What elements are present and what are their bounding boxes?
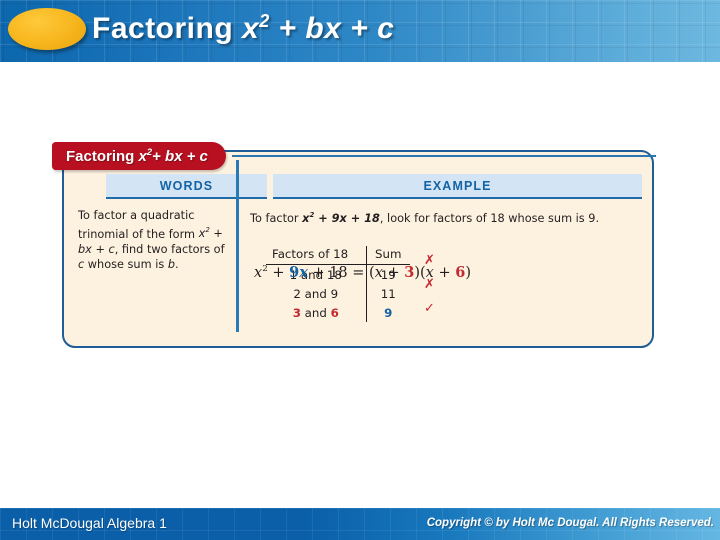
- example-intro-1: To factor: [250, 211, 303, 225]
- eq-x: x: [254, 265, 263, 281]
- words-line-2: , find two factors of: [114, 242, 225, 256]
- slide-title-bar: Factoring x2 + bx + c: [0, 0, 720, 62]
- sum-cell: 11: [365, 284, 410, 303]
- slide-content-area: Factoring x2+ bx + c WORDS EXAMPLE To fa…: [0, 62, 720, 502]
- sum-cell: 9: [365, 303, 410, 322]
- sum-value: 11: [380, 286, 396, 301]
- table-row: 2 and 9 11: [266, 284, 410, 303]
- check-icon: ✓: [424, 301, 435, 316]
- tab-rest: + bx + c: [152, 148, 208, 165]
- factors-table: Factors of 18 Sum 1 and 18 19 2 and 9 11…: [266, 246, 410, 322]
- eq-bx-variable: x: [299, 264, 308, 281]
- column-header-words: WORDS: [106, 174, 267, 199]
- example-intro-text: To factor x2 + 9x + 18, look for factors…: [250, 208, 642, 226]
- factor-b: 6: [330, 305, 339, 320]
- factor-a: 2: [293, 286, 301, 301]
- example-expr-rest: + 9x + 18: [314, 211, 380, 225]
- footer-book-title: Holt McDougal Algebra 1: [12, 515, 167, 531]
- words-line-3: whose sum is: [84, 258, 168, 272]
- eq-plus-2: + 18 = (: [307, 265, 375, 281]
- tab-horizontal-rule: [232, 155, 656, 157]
- tab-expression: x2+ bx + c: [138, 147, 208, 165]
- example-expression: x2 + 9x + 18: [302, 211, 380, 225]
- tab-x: x: [138, 148, 147, 165]
- column-header-words-label: WORDS: [159, 178, 214, 193]
- factors-cell: 3 and 6: [266, 303, 366, 322]
- concept-card-tab-label: Factoring x2+ bx + c: [66, 147, 208, 165]
- eq-plus-4: +: [433, 265, 456, 281]
- eq-x-2: x: [374, 265, 383, 281]
- page-title-rest: + bx + c: [269, 12, 395, 45]
- tab-prefix: Factoring: [66, 148, 139, 165]
- example-column-content: To factor x2 + 9x + 18, look for factors…: [250, 208, 642, 322]
- final-equation: x2 + 9x + 18 = (x + 3)(x + 6): [254, 264, 471, 281]
- page-title: Factoring x2 + bx + c: [92, 11, 394, 46]
- slide-footer-bar: Holt McDougal Algebra 1 Copyright © by H…: [0, 508, 720, 540]
- concept-card-tab: Factoring x2+ bx + c: [52, 142, 226, 170]
- eq-middle: )(: [414, 265, 426, 281]
- eq-coefficient-b: 9: [289, 264, 300, 281]
- column-vertical-divider: [236, 160, 239, 332]
- concept-card: WORDS EXAMPLE To factor a quadratic trin…: [62, 150, 654, 348]
- gold-ellipse-decoration: [8, 8, 86, 50]
- eq-root-2: 6: [455, 264, 466, 281]
- words-b: b: [167, 258, 175, 272]
- factors-cell: 2 and 9: [266, 284, 366, 303]
- page-title-exponent: 2: [259, 11, 270, 31]
- eq-x-3: x: [425, 265, 434, 281]
- factors-table-header-factors: Factors of 18: [266, 246, 367, 265]
- factors-table-header-sum: Sum: [365, 246, 410, 265]
- example-intro-2: , look for factors of 18 whose sum is 9.: [379, 211, 600, 225]
- sum-value: 9: [384, 305, 393, 320]
- table-row: 3 and 6 9: [266, 303, 410, 322]
- factors-table-header-row: Factors of 18 Sum: [266, 246, 410, 265]
- words-line-1: To factor a quadratic trinomial of the f…: [78, 209, 199, 241]
- factor-conjunction: and: [300, 305, 331, 320]
- page-title-prefix: Factoring: [92, 12, 243, 45]
- eq-end: ): [465, 265, 471, 281]
- eq-plus-3: +: [382, 265, 405, 281]
- words-column-text: To factor a quadratic trinomial of the f…: [78, 208, 228, 273]
- factor-b: 9: [330, 286, 339, 301]
- page-title-expression: x2 + bx + c: [242, 11, 395, 45]
- column-header-example: EXAMPLE: [273, 174, 642, 199]
- words-line-4: .: [174, 258, 179, 272]
- eq-root-1: 3: [404, 264, 415, 281]
- factors-table-head: Factors of 18 Sum: [266, 246, 410, 265]
- page-title-x: x: [242, 12, 260, 45]
- column-header-band: WORDS EXAMPLE: [76, 174, 642, 199]
- column-header-example-label: EXAMPLE: [423, 178, 492, 193]
- footer-copyright: Copyright © by Holt Mc Dougal. All Right…: [426, 517, 714, 529]
- factor-a: 3: [292, 305, 301, 320]
- eq-plus-1: +: [267, 265, 290, 281]
- factor-conjunction: and: [300, 286, 331, 301]
